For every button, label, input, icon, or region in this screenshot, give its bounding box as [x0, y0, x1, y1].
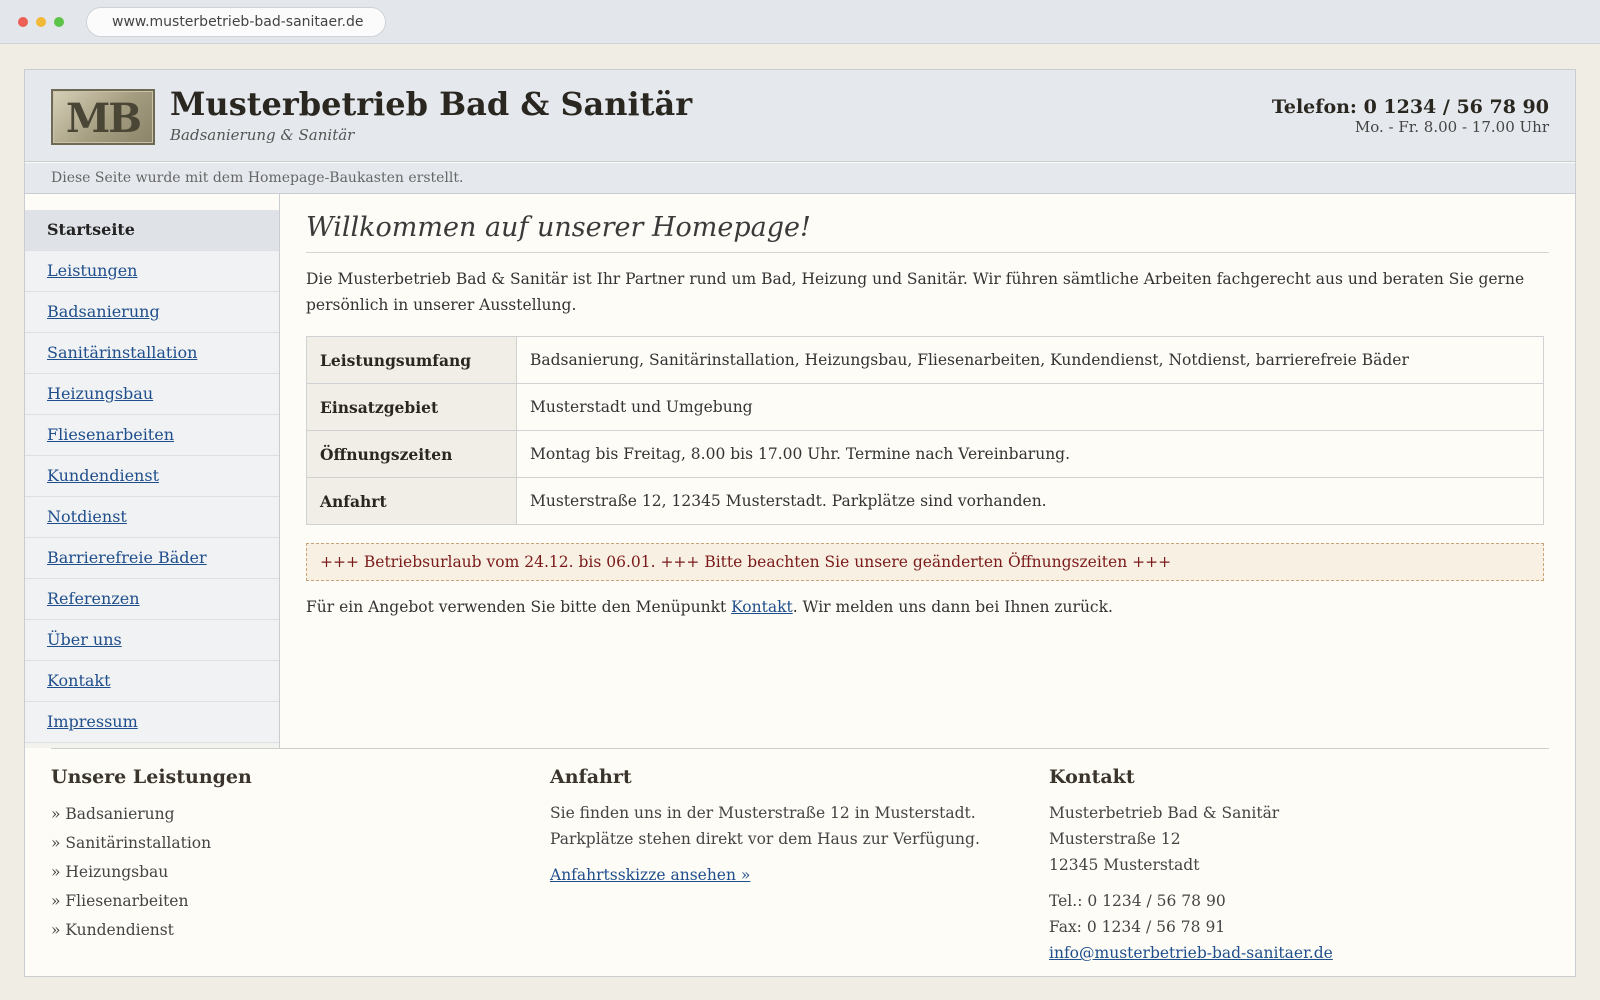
holiday-banner: +++ Betriebsurlaub vom 24.12. bis 06.01.…	[306, 543, 1544, 581]
list-item: » Badsanierung	[51, 805, 175, 823]
company-logo[interactable]: MB	[51, 89, 155, 145]
site-header: MB Musterbetrieb Bad & Sanitär Badsanier…	[25, 70, 1575, 162]
close-window-button[interactable]	[18, 17, 28, 27]
nav-spacer	[25, 194, 279, 210]
list-item: » Fliesenarbeiten	[51, 892, 189, 910]
table-value: Musterstraße 12, 12345 Musterstadt. Park…	[516, 477, 1544, 525]
sidebar-nav: Startseite Leistungen Badsanierung Sanit…	[25, 194, 280, 748]
nav-item-sanitaerinstallation[interactable]: Sanitärinstallation	[25, 333, 279, 374]
nav-item-badsanierung[interactable]: Badsanierung	[25, 292, 279, 333]
page-title: Willkommen auf unserer Homepage!	[306, 212, 1549, 253]
footer-directions-title: Anfahrt	[550, 766, 632, 788]
opening-hours: Mo. - Fr. 8.00 - 17.00 Uhr	[1354, 118, 1549, 136]
nav-item-kundendienst[interactable]: Kundendienst	[25, 456, 279, 497]
list-item: » Heizungsbau	[51, 863, 169, 881]
contact-link[interactable]: Kontakt	[731, 598, 793, 616]
contact-street: Musterstraße 12	[1049, 830, 1181, 848]
site-subtitle: Badsanierung & Sanitär	[170, 126, 355, 144]
contact-name: Musterbetrieb Bad & Sanitär	[1049, 804, 1280, 822]
website: MB Musterbetrieb Bad & Sanitär Badsanier…	[24, 69, 1576, 977]
phone-number: Telefon: 0 1234 / 56 78 90	[1271, 96, 1549, 118]
site-title: Musterbetrieb Bad & Sanitär	[170, 85, 693, 123]
table-key: Anfahrt	[306, 477, 517, 525]
footer-contact-title: Kontakt	[1049, 766, 1135, 788]
list-item: » Sanitärinstallation	[51, 834, 212, 852]
directions-map-link[interactable]: Anfahrtsskizze ansehen »	[550, 866, 750, 884]
offer-text-before: Für ein Angebot verwenden Sie bitte den …	[306, 598, 732, 616]
footer-services: Unsere Leistungen » Badsanierung » Sanit…	[51, 766, 252, 945]
offer-text-after: . Wir melden uns dann bei Ihnen zurück.	[792, 598, 1113, 616]
nav-item-barrierefreie-baeder[interactable]: Barrierefreie Bäder	[25, 538, 279, 579]
directions-text: Sie finden uns in der Musterstraße 12 in…	[550, 804, 980, 848]
address-bar[interactable]: www.musterbetrieb-bad-sanitaer.de	[86, 7, 386, 37]
intro-text: Die Musterbetrieb Bad & Sanitär ist Ihr …	[306, 270, 1525, 314]
builder-notice: Diese Seite wurde mit dem Homepage-Bauka…	[25, 163, 1575, 194]
contact-tel: Tel.: 0 1234 / 56 78 90	[1049, 892, 1226, 910]
table-row: Öffnungszeiten Montag bis Freitag, 8.00 …	[306, 430, 1544, 478]
footer-directions: Anfahrt Sie finden uns in der Musterstra…	[550, 766, 1010, 888]
nav-item-referenzen[interactable]: Referenzen	[25, 579, 279, 620]
table-key: Leistungsumfang	[306, 336, 517, 384]
site-footer: Unsere Leistungen » Badsanierung » Sanit…	[51, 748, 1549, 962]
offer-text: Für ein Angebot verwenden Sie bitte den …	[306, 598, 1549, 616]
browser-toolbar: www.musterbetrieb-bad-sanitaer.de	[0, 0, 1600, 44]
nav-item-startseite[interactable]: Startseite	[25, 210, 279, 251]
nav-item-notdienst[interactable]: Notdienst	[25, 497, 279, 538]
table-value: Badsanierung, Sanitärinstallation, Heizu…	[516, 336, 1544, 384]
contact-city: 12345 Musterstadt	[1049, 856, 1200, 874]
nav-item-impressum[interactable]: Impressum	[25, 702, 279, 743]
table-value: Musterstadt und Umgebung	[516, 383, 1544, 431]
contact-fax: Fax: 0 1234 / 56 78 91	[1049, 918, 1226, 936]
footer-services-list: » Badsanierung » Sanitärinstallation » H…	[51, 800, 252, 945]
table-key: Einsatzgebiet	[306, 383, 517, 431]
nav-item-heizungsbau[interactable]: Heizungsbau	[25, 374, 279, 415]
table-row: Anfahrt Musterstraße 12, 12345 Mustersta…	[306, 477, 1544, 525]
list-item: » Kundendienst	[51, 921, 174, 939]
info-table: Leistungsumfang Badsanierung, Sanitärins…	[306, 336, 1544, 525]
minimize-window-button[interactable]	[36, 17, 46, 27]
directions-link-wrap: Anfahrtsskizze ansehen »	[550, 862, 1010, 888]
table-row: Leistungsumfang Badsanierung, Sanitärins…	[306, 336, 1544, 384]
nav-item-ueber-uns[interactable]: Über uns	[25, 620, 279, 661]
logo-text: MB	[65, 95, 142, 142]
table-key: Öffnungszeiten	[306, 430, 517, 478]
table-row: Einsatzgebiet Musterstadt und Umgebung	[306, 383, 1544, 431]
maximize-window-button[interactable]	[54, 17, 64, 27]
table-value: Montag bis Freitag, 8.00 bis 17.00 Uhr. …	[516, 430, 1544, 478]
main-content: Willkommen auf unserer Homepage! Die Mus…	[306, 194, 1549, 616]
footer-contact: Kontakt Musterbetrieb Bad & Sanitär Must…	[1049, 766, 1333, 966]
contact-email-wrap: info@musterbetrieb-bad-sanitaer.de	[1049, 940, 1333, 966]
nav-item-fliesenarbeiten[interactable]: Fliesenarbeiten	[25, 415, 279, 456]
contact-email-link[interactable]: info@musterbetrieb-bad-sanitaer.de	[1049, 944, 1333, 962]
footer-services-title: Unsere Leistungen	[51, 766, 252, 788]
nav-item-leistungen[interactable]: Leistungen	[25, 251, 279, 292]
nav-item-kontakt[interactable]: Kontakt	[25, 661, 279, 702]
